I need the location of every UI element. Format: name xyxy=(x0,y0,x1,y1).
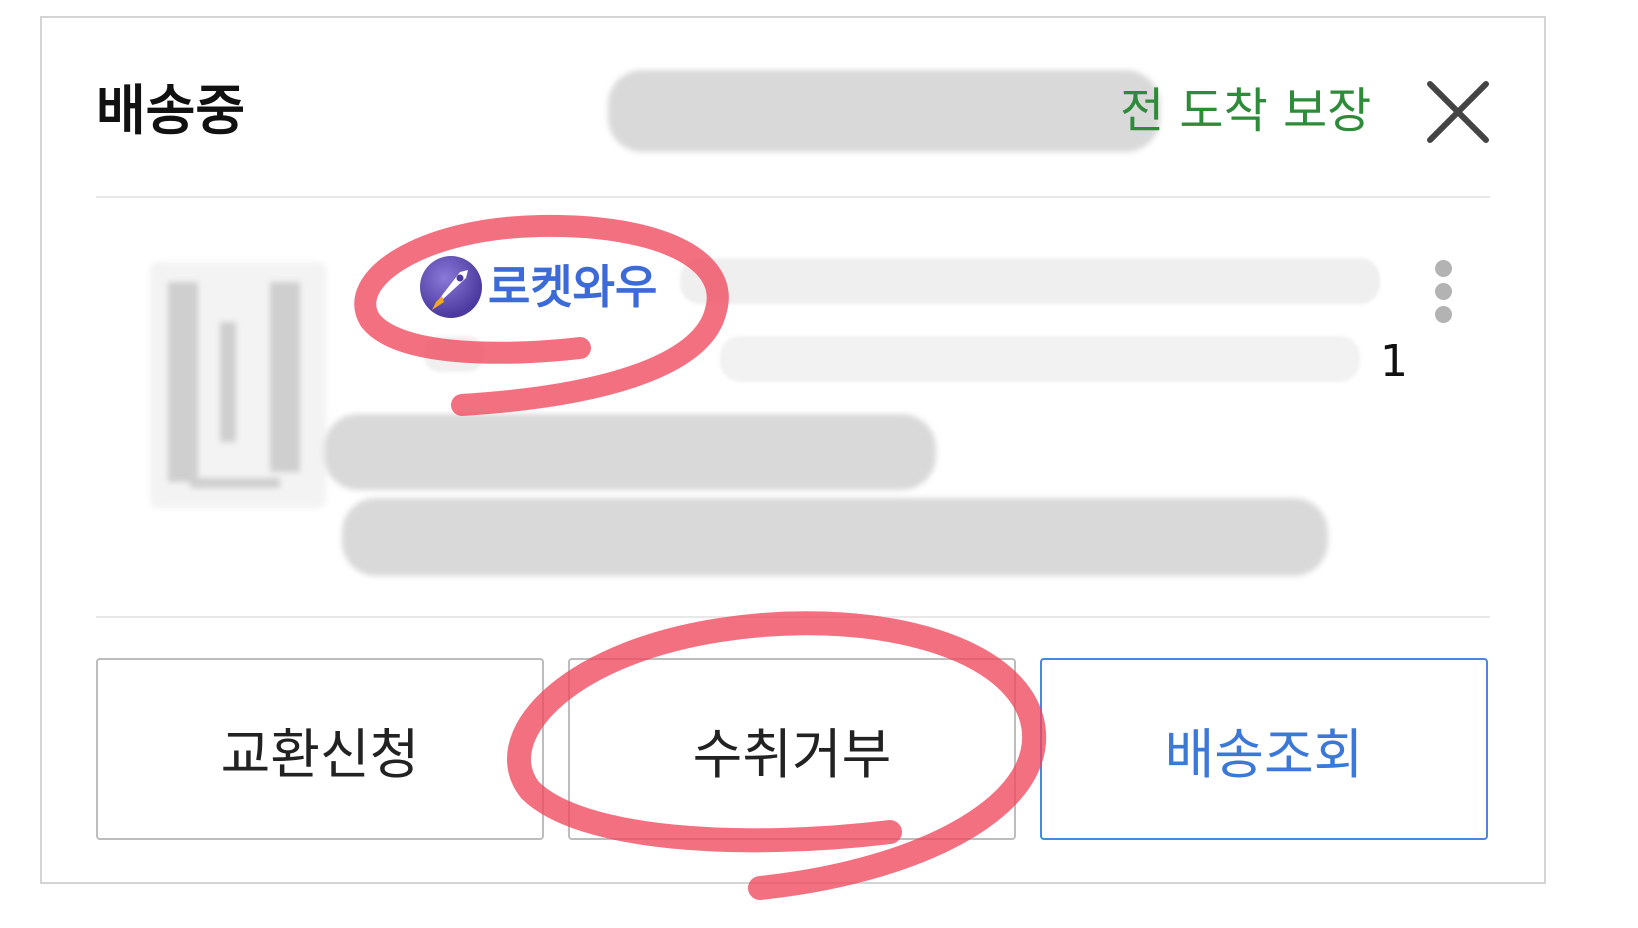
redacted-product-url xyxy=(342,498,1328,576)
redacted-seller-info xyxy=(324,414,936,490)
product-thumbnail[interactable] xyxy=(150,262,326,508)
rocket-wow-label: 로켓와우 xyxy=(488,260,658,314)
arrival-guarantee-text: 전 도착 보장 xyxy=(1120,83,1372,139)
kebab-menu-icon xyxy=(1435,260,1452,277)
refuse-delivery-button[interactable]: 수취거부 xyxy=(568,658,1016,840)
quantity-value: 1 xyxy=(1380,336,1408,387)
exchange-request-button[interactable]: 교환신청 xyxy=(96,658,544,840)
content-divider xyxy=(96,616,1490,618)
rocket-wow-badge: 로켓와우 xyxy=(420,256,657,318)
header-divider xyxy=(96,196,1490,198)
close-icon xyxy=(1427,81,1489,143)
redacted-delivery-date xyxy=(608,70,1160,152)
delivery-status-title: 배송중 xyxy=(96,79,246,142)
rocket-icon xyxy=(420,256,482,318)
redacted-product-name-line2 xyxy=(424,336,484,372)
track-delivery-button[interactable]: 배송조회 xyxy=(1040,658,1488,840)
close-button[interactable] xyxy=(1426,80,1490,144)
more-options-button[interactable] xyxy=(1432,258,1456,324)
redacted-product-option xyxy=(720,336,1360,382)
redacted-product-name xyxy=(680,258,1380,304)
